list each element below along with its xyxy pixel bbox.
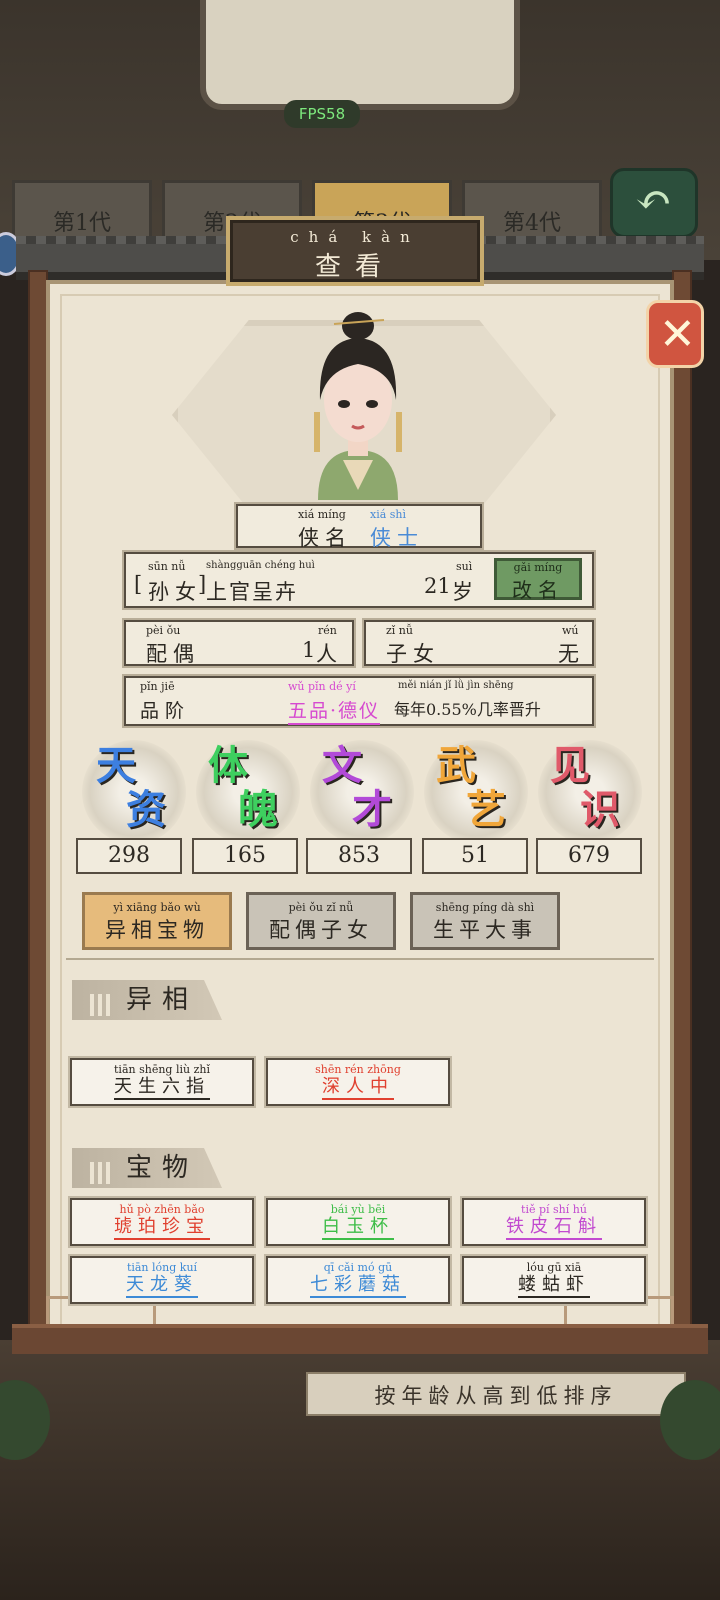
stat-value-aptitude: 298 xyxy=(76,838,182,874)
trait-tag[interactable]: tiān shēng liù zhǐ 天生六指 xyxy=(70,1058,254,1106)
rank-field: pǐn jiē 品阶 wǔ pǐn dé yí 五品·德仪 měi nián j… xyxy=(124,676,594,726)
close-icon: ✕ xyxy=(659,309,696,360)
treasure-tag[interactable]: hǔ pò zhēn bǎo 琥珀珍宝 xyxy=(70,1198,254,1246)
rename-button[interactable]: gǎi míng 改名 xyxy=(494,558,582,602)
stat-literary-char1: 文 xyxy=(322,742,362,789)
stat-physique-char2: 魄 xyxy=(238,786,278,833)
stat-aptitude-char1: 天 xyxy=(96,742,136,789)
stat-label-literary: 文 才 xyxy=(322,744,412,832)
stat-physique-char1: 体 xyxy=(208,742,248,789)
stat-literary-char2: 才 xyxy=(352,786,392,833)
stat-label-physique: 体 魄 xyxy=(208,744,298,832)
stat-value-martial: 51 xyxy=(422,838,528,874)
stat-insight-char2: 识 xyxy=(580,786,620,833)
spouse-field: pèi ǒu 配偶 1 rén 人 xyxy=(124,620,354,666)
sort-order-button[interactable]: 按年龄从高到低排序 xyxy=(306,1372,686,1416)
character-portrait xyxy=(314,312,402,500)
bracket-open: [ xyxy=(134,572,149,596)
stat-label-aptitude: 天 资 xyxy=(96,744,186,832)
stat-martial-char1: 武 xyxy=(436,742,476,789)
generation-tab-1[interactable]: 第1代 xyxy=(12,180,152,240)
section-traits-header: 异相 xyxy=(72,980,222,1020)
section-treasures-header: 宝物 xyxy=(72,1148,222,1188)
tab-spouse-children[interactable]: pèi ǒu zǐ nǚ 配偶子女 xyxy=(246,892,396,950)
stat-value-physique: 165 xyxy=(192,838,298,874)
hero-title-field: xiá míng 侠名 xiá shì 侠士 xyxy=(236,504,482,550)
stat-martial-char2: 艺 xyxy=(466,786,506,833)
stat-insight-char1: 见 xyxy=(550,742,590,789)
stat-aptitude-char2: 资 xyxy=(126,786,166,833)
children-field: zǐ nǚ 子女 wú 无 xyxy=(364,620,594,666)
tab-traits-treasures[interactable]: yì xiāng bǎo wù 异相宝物 xyxy=(82,892,232,950)
stat-value-insight: 679 xyxy=(536,838,642,874)
treasure-tag[interactable]: tiě pí shí hú 铁皮石斛 xyxy=(462,1198,646,1246)
section-divider xyxy=(66,958,654,960)
treasure-tag[interactable]: qī cǎi mó gū 七彩蘑菇 xyxy=(266,1256,450,1304)
close-button[interactable]: ✕ xyxy=(646,300,704,368)
panel-pillar-left xyxy=(28,270,48,1350)
treasure-tag[interactable]: bái yù bēi 白玉杯 xyxy=(266,1198,450,1246)
stat-value-literary: 853 xyxy=(306,838,412,874)
treasure-tag[interactable]: lóu gū xiā 蝼蛄虾 xyxy=(462,1256,646,1304)
panel-pillar-right xyxy=(672,270,692,1350)
tab-life-events[interactable]: shēng píng dà shì 生平大事 xyxy=(410,892,560,950)
stat-label-insight: 见 识 xyxy=(550,744,640,832)
stat-label-martial: 武 艺 xyxy=(436,744,526,832)
panel-base xyxy=(12,1324,708,1354)
back-arrow-icon[interactable] xyxy=(610,168,698,238)
trait-tag[interactable]: shēn rén zhōng 深人中 xyxy=(266,1058,450,1106)
panel-title: chá kàn 查看 xyxy=(226,216,484,286)
background-painting xyxy=(200,0,520,110)
fps-counter: FPS58 xyxy=(284,100,360,128)
treasure-tag[interactable]: tiān lóng kuí 天龙葵 xyxy=(70,1256,254,1304)
